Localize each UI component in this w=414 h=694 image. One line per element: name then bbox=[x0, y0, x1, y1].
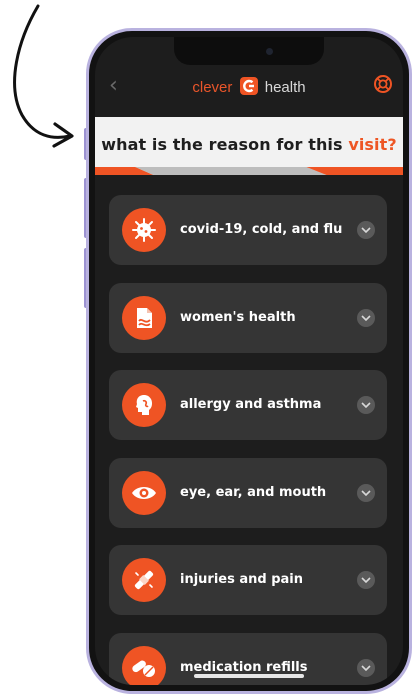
question-banner: what is the reason for this visit? bbox=[95, 117, 403, 175]
reason-card-womens-health[interactable]: women's health bbox=[109, 282, 387, 353]
womens-health-icon bbox=[122, 295, 166, 340]
question-highlight: visit? bbox=[348, 135, 397, 154]
virus-icon bbox=[122, 208, 166, 252]
lifebuoy-icon[interactable] bbox=[373, 74, 393, 94]
phone-frame: ‹ clever health what is the reason for t… bbox=[86, 28, 412, 694]
logo-text-clever: clever bbox=[192, 79, 233, 96]
reason-card-injuries[interactable]: injuries and pain bbox=[109, 545, 387, 615]
chevron-down-icon[interactable] bbox=[357, 658, 375, 677]
reason-card-allergy[interactable]: allergy and asthma bbox=[109, 370, 387, 440]
notch bbox=[174, 37, 324, 65]
chevron-down-icon[interactable] bbox=[357, 396, 375, 414]
question-prefix: what is the reason for this bbox=[101, 135, 349, 154]
chevron-down-icon[interactable] bbox=[357, 221, 375, 239]
reason-card-covid[interactable]: covid-19, cold, and flu bbox=[109, 195, 387, 265]
reason-label: allergy and asthma bbox=[180, 397, 322, 412]
chevron-down-icon[interactable] bbox=[357, 571, 375, 589]
logo-text-health: health bbox=[264, 79, 306, 96]
reason-list: covid-19, cold, and flu women's health a… bbox=[109, 195, 387, 685]
pills-icon bbox=[122, 645, 166, 685]
app-logo: clever health bbox=[95, 77, 403, 99]
chevron-down-icon[interactable] bbox=[357, 308, 375, 327]
app-screen: ‹ clever health what is the reason for t… bbox=[95, 37, 403, 685]
eye-icon bbox=[122, 470, 166, 515]
phone-bezel: ‹ clever health what is the reason for t… bbox=[89, 31, 409, 691]
reason-label: women's health bbox=[180, 309, 296, 325]
chevron-down-icon[interactable] bbox=[357, 483, 375, 502]
canvas: ‹ clever health what is the reason for t… bbox=[0, 0, 414, 694]
reason-label: injuries and pain bbox=[180, 572, 304, 587]
top-bar: ‹ clever health bbox=[95, 67, 403, 107]
logo-c-mark-icon bbox=[239, 77, 258, 99]
banner-stripes bbox=[95, 167, 403, 175]
home-indicator[interactable] bbox=[194, 674, 304, 678]
front-camera bbox=[266, 48, 273, 55]
question-heading: what is the reason for this visit? bbox=[95, 135, 403, 154]
reason-card-eye-ear-mouth[interactable]: eye, ear, and mouth bbox=[109, 457, 387, 528]
allergy-head-icon bbox=[122, 383, 166, 427]
reason-label: covid-19, cold, and flu bbox=[180, 222, 343, 237]
bandage-icon bbox=[122, 558, 166, 602]
reason-label: eye, ear, and mouth bbox=[180, 484, 327, 500]
